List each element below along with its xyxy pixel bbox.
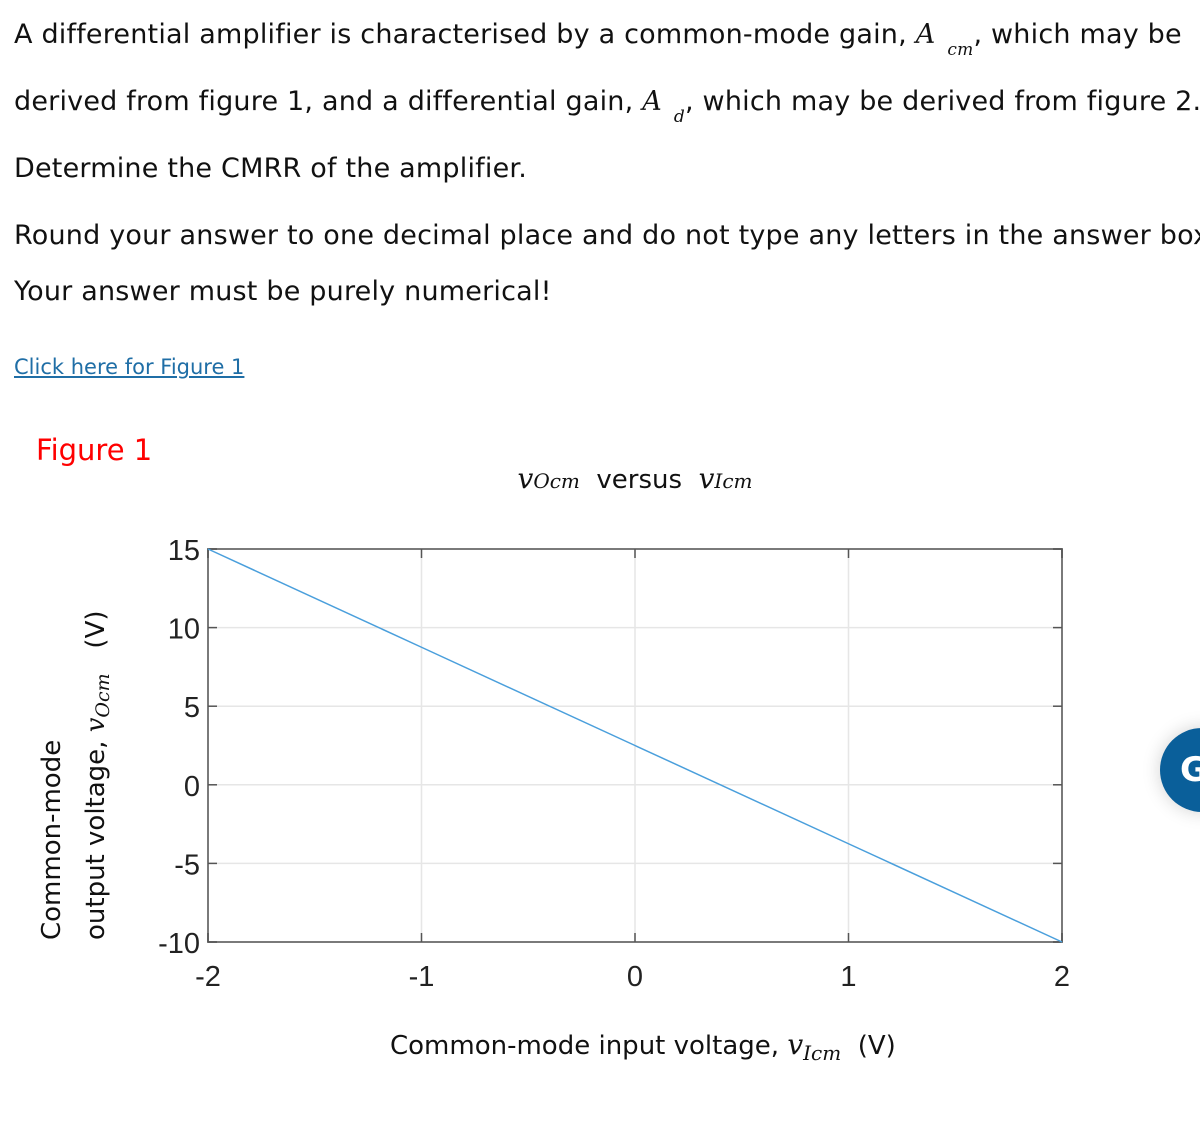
y-axis-label-text: output voltage, [81,740,111,940]
x-tick-label: 0 [627,961,643,993]
x-axis-label-sub: Icm [803,1041,842,1065]
x-tick-label: -1 [409,961,435,993]
y-tick-label: -5 [174,849,200,881]
chart: -2 -1 0 1 2151050-5-10 [158,535,1070,993]
y-tick-label: -10 [158,928,200,960]
y-axis-label: Common-mode output voltage, vOcm (V) [30,610,120,940]
x-tick-label: 1 [840,961,856,993]
y-axis-label-unit: (V) [81,610,111,649]
y-axis-label-sub: Ocm [92,673,114,718]
x-axis-label: Common-mode input voltage, vIcm (V) [390,1028,896,1065]
tick-labels: -2 -1 0 1 2151050-5-10 [158,535,1070,993]
x-axis-label-text: Common-mode input voltage, [390,1031,780,1061]
y-axis-label-line1: Common-mode [37,739,67,940]
x-tick-label: -2 [195,961,221,993]
y-tick-label: 10 [168,614,200,646]
y-axis-label-line2: output voltage, vOcm (V) [74,610,120,940]
x-tick-label: 2 [1054,961,1070,993]
y-axis-label-var: v [81,717,111,733]
y-tick-label: 15 [168,535,200,567]
assistant-icon: G [1180,750,1200,790]
y-tick-label: 0 [184,771,200,803]
y-tick-label: 5 [184,692,200,724]
x-axis-label-var: v [787,1028,804,1061]
x-axis-label-unit: (V) [857,1031,896,1061]
